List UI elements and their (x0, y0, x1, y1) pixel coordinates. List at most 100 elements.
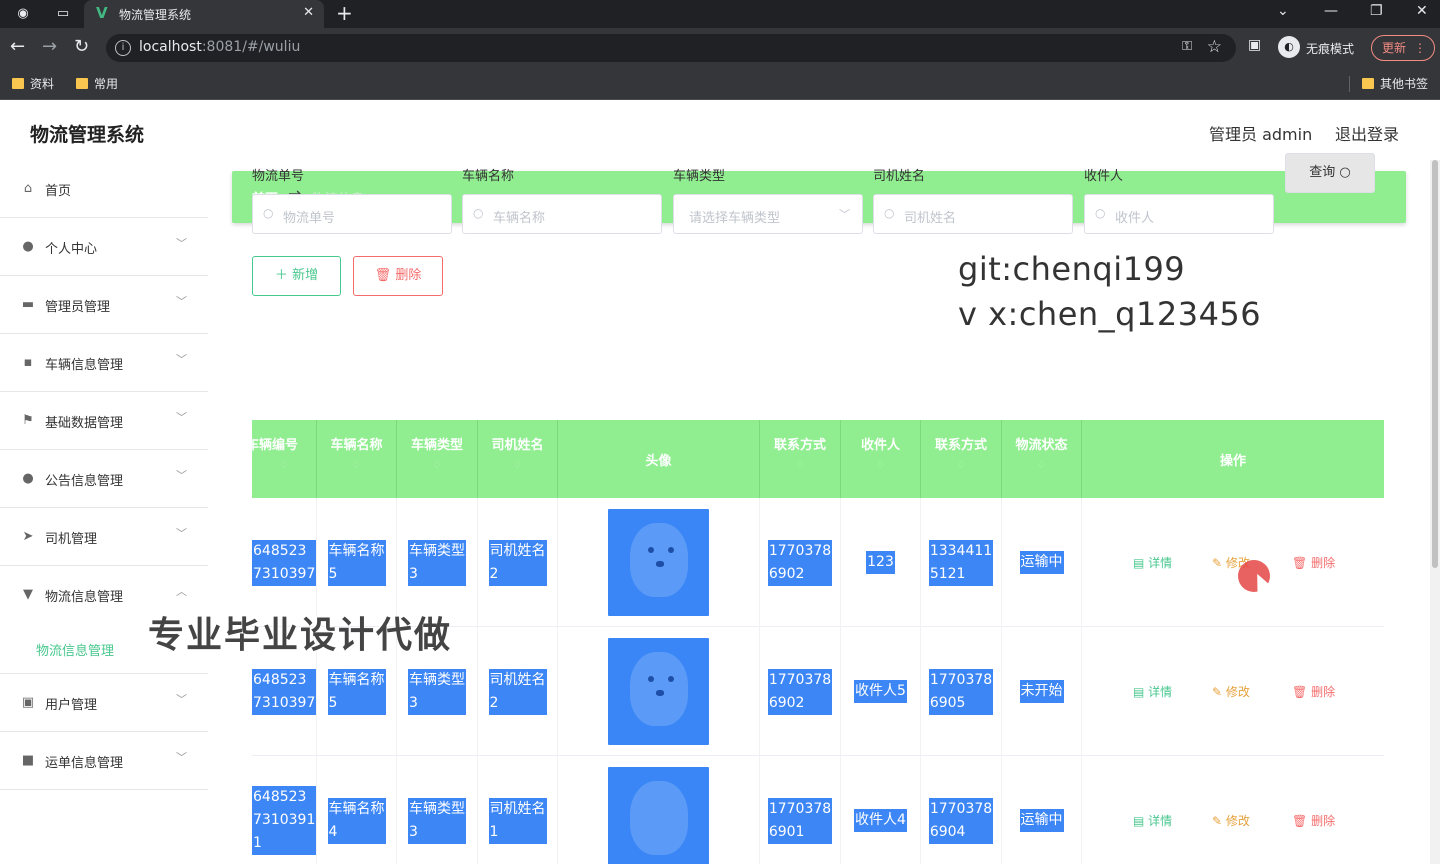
edit-button[interactable]: ✎ 修改 (1212, 683, 1250, 700)
col-receiver-phone[interactable]: 联系方式 ♢ (921, 420, 1002, 498)
incognito-label: 无痕模式 (1306, 42, 1355, 56)
sidebar-item-profile[interactable]: ● 个人中心 ﹀ (0, 218, 208, 276)
info-icon[interactable]: i (115, 40, 131, 56)
delete-button[interactable]: 🗑 删除 (1292, 554, 1335, 571)
detail-button[interactable]: ▤ 详情 (1133, 554, 1172, 571)
col-phone[interactable]: 联系方式 ♢ (760, 420, 841, 498)
scroll-thumb[interactable] (1432, 160, 1438, 568)
sidebar-item-home[interactable]: ⌂ 首页 (0, 160, 208, 218)
sidebar-subitem-label: 物流信息管理 (36, 644, 115, 659)
query-button[interactable]: 查询 ○ (1285, 153, 1375, 193)
bookmark-folder-changyong[interactable]: 常用 (76, 75, 118, 92)
close-window-icon[interactable]: ✕ (1416, 3, 1428, 19)
delete-button[interactable]: 🗑 删除 (1292, 812, 1335, 829)
tab-list-icon[interactable]: ⌄ (1277, 3, 1289, 19)
cell-actions: ▤ 详情 ✎ 修改 🗑 删除 (1082, 756, 1384, 864)
cell-phone: 1770378 6902 (760, 498, 841, 627)
cell-status: 未开始 (1002, 627, 1082, 756)
folder-icon (12, 78, 24, 89)
sidebar-item-users[interactable]: ▣ 用户管理 ﹀ (0, 674, 208, 732)
back-icon[interactable]: ← (10, 36, 25, 57)
edit-icon: ✎ (1212, 814, 1223, 828)
send-icon: ➤ (22, 529, 34, 544)
driver-name-input[interactable]: ○ 司机姓名 (873, 194, 1073, 234)
sidebar-item-label: 物流信息管理 (45, 590, 124, 605)
sidebar-item-vehicles[interactable]: ▪ 车辆信息管理 ﹀ (0, 334, 208, 392)
batch-delete-button[interactable]: 🗑 删除 (353, 256, 443, 296)
add-button[interactable]: ＋ 新增 (252, 256, 341, 296)
picture-icon: ▣ (21, 695, 35, 710)
minimize-icon[interactable]: — (1324, 3, 1338, 19)
col-title: 司机姓名 (491, 438, 544, 453)
logout-link[interactable]: 退出登录 (1335, 121, 1399, 145)
restore-icon[interactable]: ❐ (1370, 3, 1383, 19)
chevron-up-icon: ︿ (176, 585, 187, 598)
cell-text: 车辆名称 4 (327, 797, 386, 844)
folder-icon (76, 78, 88, 89)
avatar[interactable] (608, 767, 709, 864)
col-title: 操作 (1219, 454, 1246, 469)
cell-text: 车辆名称 5 (327, 668, 386, 715)
document-icon: ▤ (1133, 685, 1145, 699)
receiver-input[interactable]: ○ 收件人 (1084, 194, 1274, 234)
col-status[interactable]: 物流状态 ♢ (1002, 420, 1082, 498)
cell-avatar (558, 756, 760, 864)
col-receiver[interactable]: 收件人 ♢ (841, 420, 921, 498)
delete-button[interactable]: 🗑 删除 (1292, 683, 1335, 700)
vehicle-type-select[interactable]: 请选择车辆类型 ﹀ (673, 194, 863, 234)
bookmark-folder-other[interactable]: 其他书签 (1362, 75, 1428, 92)
chevron-down-icon: ﹀ (839, 208, 850, 221)
reload-icon[interactable]: ↻ (74, 36, 89, 57)
sidebar-item-waybills[interactable]: ■ 运单信息管理 ﹀ (0, 732, 208, 790)
edit-button[interactable]: ✎ 修改 (1212, 812, 1250, 829)
tracking-no-input[interactable]: ○ 物流单号 (252, 194, 452, 234)
cell-text: 收件人5 (854, 680, 907, 703)
col-driver-name[interactable]: 司机姓名 ♢ (478, 420, 558, 498)
close-tab-icon[interactable]: ✕ (303, 5, 314, 20)
bookmark-folder-ziliao[interactable]: 资料 (12, 75, 54, 92)
col-vehicle-no[interactable]: 车辆编号 ♢ (252, 420, 317, 498)
sidebar-item-drivers[interactable]: ➤ 司机管理 ﹀ (0, 508, 208, 566)
col-vehicle-name[interactable]: 车辆名称 ♢ (317, 420, 397, 498)
trash-icon: 🗑 (374, 268, 392, 283)
detail-button[interactable]: ▤ 详情 (1133, 683, 1172, 700)
cell-text: 司机姓名 2 (488, 539, 547, 586)
address-bar[interactable]: i localhost:8081/#/wuliu ⚿ ☆ (106, 34, 1236, 62)
sidebar-item-label: 公告信息管理 (45, 474, 124, 489)
side-panel-icon[interactable]: ▣ (1248, 37, 1261, 53)
sidebar-item-basedata[interactable]: ⚑ 基础数据管理 ﹀ (0, 392, 208, 450)
app-title: 物流管理系统 (30, 124, 145, 146)
browser-toolbar: ← → ↻ i localhost:8081/#/wuliu ⚿ ☆ (0, 28, 1440, 68)
col-vehicle-type[interactable]: 车辆类型 ♢ (397, 420, 478, 498)
col-avatar[interactable]: 头像 (558, 420, 760, 498)
incognito-indicator[interactable]: ◐ 无痕模式 (1278, 36, 1370, 60)
bookmark-divider (1349, 76, 1350, 92)
forward-icon[interactable]: → (42, 36, 57, 57)
cell-driver-name: 司机姓名 2 (478, 498, 558, 627)
globe-icon[interactable]: ◉ (14, 5, 32, 23)
page-scrollbar[interactable] (1430, 160, 1440, 864)
tab-search-icon[interactable]: ▭ (54, 5, 72, 23)
cell-text: 司机姓名 1 (488, 797, 547, 844)
new-tab-icon[interactable]: + (336, 1, 353, 25)
avatar[interactable] (608, 509, 709, 616)
col-title: 物流状态 (1015, 438, 1068, 453)
cell-text: 司机姓名 2 (488, 668, 547, 715)
detail-label: 详情 (1148, 814, 1173, 828)
key-icon[interactable]: ⚿ (1182, 39, 1192, 54)
update-button[interactable]: 更新 ⋮ (1371, 35, 1435, 61)
browser-tab[interactable]: V 物流管理系统 ✕ (84, 0, 324, 28)
placeholder: 司机姓名 (904, 211, 957, 226)
vehicle-name-input[interactable]: ○ 车辆名称 (462, 194, 662, 234)
avatar[interactable] (608, 638, 709, 745)
edit-label: 修改 (1225, 685, 1250, 699)
table-row[interactable]: 648523 7310391 1 车辆名称 4 车辆类型 3 司机姓名 1 17… (252, 756, 1384, 864)
bookmark-star-icon[interactable]: ☆ (1207, 37, 1222, 57)
briefcase-icon: ▬ (21, 297, 35, 312)
detail-button[interactable]: ▤ 详情 (1133, 812, 1172, 829)
trash-icon: 🗑 (1292, 814, 1308, 828)
sidebar-item-label: 车辆信息管理 (45, 358, 124, 373)
sidebar-item-admins[interactable]: ▬ 管理员管理 ﹀ (0, 276, 208, 334)
sidebar-item-notices[interactable]: ● 公告信息管理 ﹀ (0, 450, 208, 508)
search-icon: ○ (473, 206, 484, 220)
